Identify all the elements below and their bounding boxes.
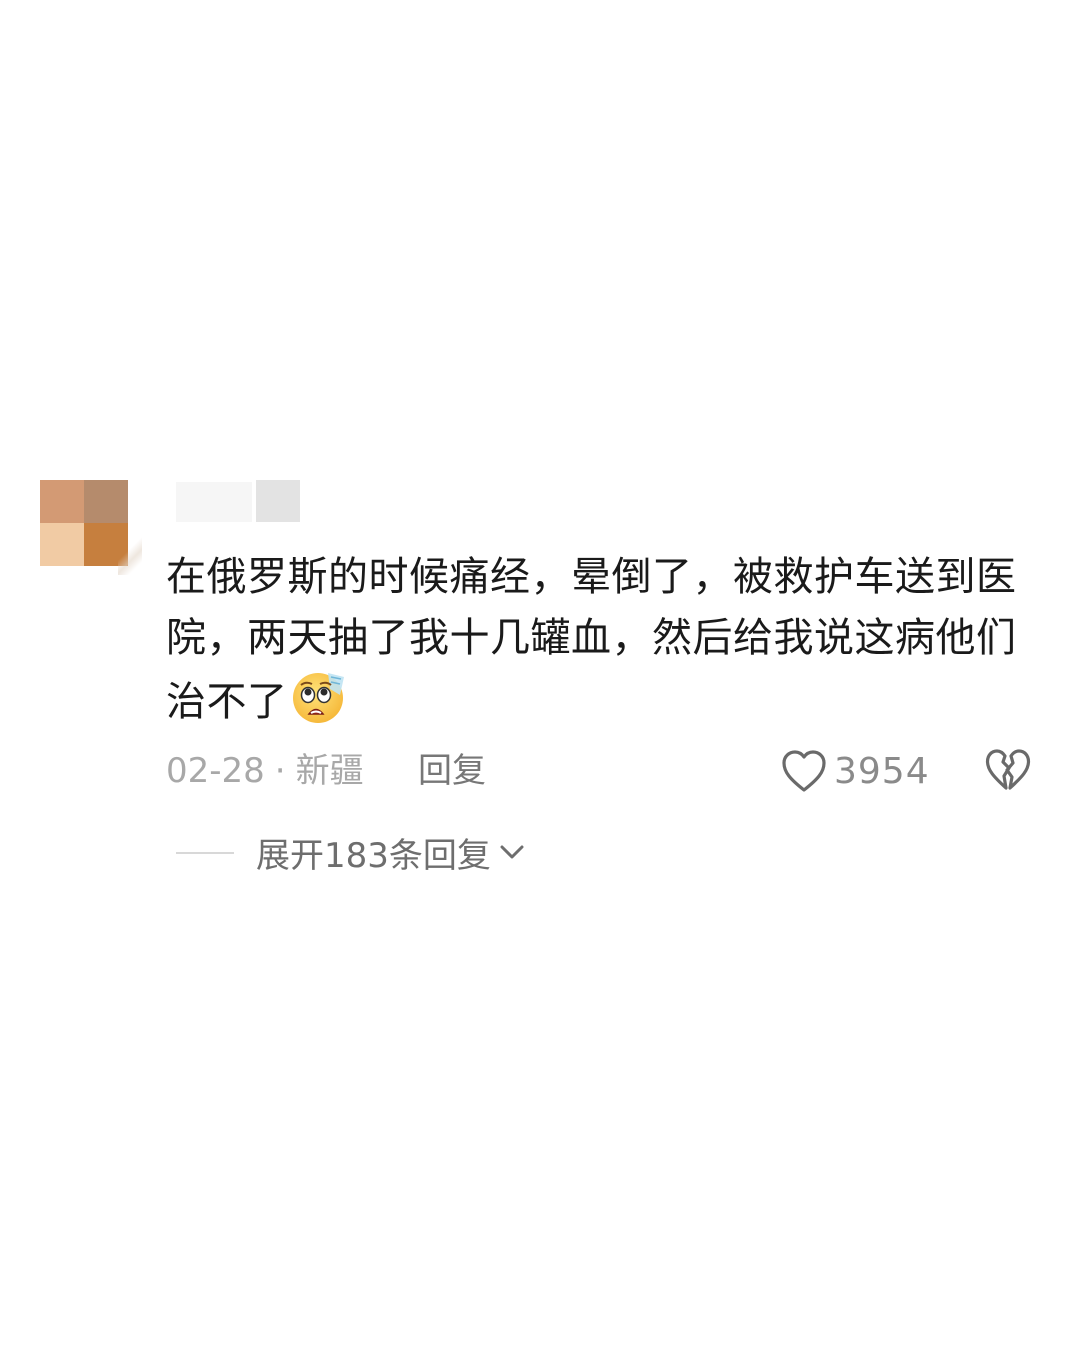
comment-meta: 02-28 · 新疆 — [166, 748, 364, 794]
expand-divider — [176, 852, 234, 854]
avatar-pixel — [40, 480, 84, 523]
username-blurred[interactable] — [176, 482, 252, 522]
expand-replies-label: 展开183条回复 — [256, 835, 491, 876]
like-button[interactable]: 3954 — [780, 744, 930, 798]
avatar[interactable] — [40, 480, 128, 566]
comment-location: 新疆 — [295, 751, 364, 791]
dislike-button[interactable] — [984, 746, 1032, 794]
broken-heart-icon — [985, 749, 1031, 790]
chevron-down-icon — [500, 845, 524, 859]
like-count: 3954 — [834, 750, 930, 792]
meta-separator: · — [274, 751, 286, 791]
comment-screenshot: 在俄罗斯的时候痛经，晕倒了，被救护车送到医院，两天抽了我十几罐血，然后给我说这病… — [0, 0, 1080, 1368]
reply-button[interactable]: 回复 — [418, 748, 486, 794]
worried-face-emoji — [292, 673, 344, 723]
comment-date: 02-28 — [166, 751, 265, 791]
heart-outline-icon — [782, 750, 826, 792]
comment-body: 在俄罗斯的时候痛经，晕倒了，被救护车送到医院，两天抽了我十几罐血，然后给我说这病… — [166, 547, 1046, 733]
expand-replies-button[interactable]: 展开183条回复 — [256, 828, 527, 876]
avatar-shadow — [118, 535, 142, 575]
avatar-pixel — [40, 523, 84, 566]
avatar-pixel — [84, 480, 128, 523]
username-blurred-badge — [256, 480, 300, 522]
